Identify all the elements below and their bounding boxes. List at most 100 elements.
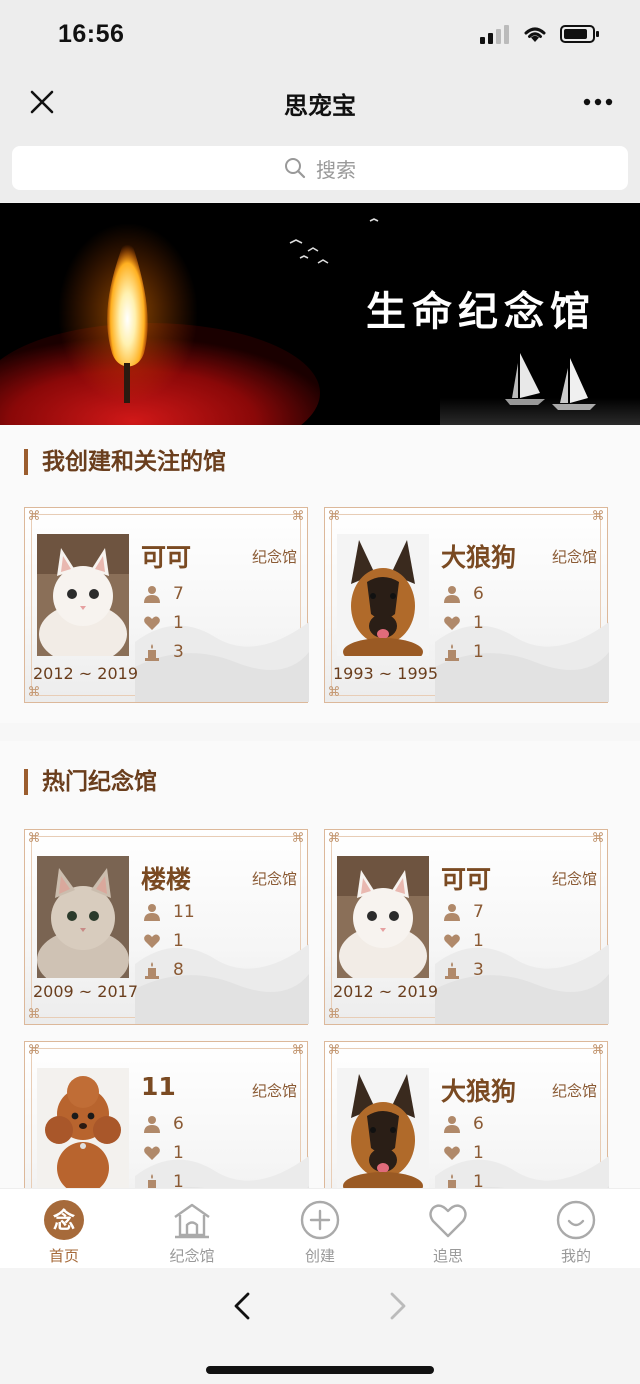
memorial-name: 可可 [141,543,192,572]
like-stat: 1 [143,931,184,951]
corner-ornament: ⌘ [27,509,41,524]
like-stat: 1 [443,613,484,633]
corner-ornament: ⌘ [591,1043,605,1058]
tab-mine[interactable]: 我的 [512,1189,640,1268]
candle-count: 1 [473,642,484,662]
hall-icon [174,1203,210,1239]
memorial-tag: 纪念馆 [551,1082,597,1100]
search-input[interactable]: 搜索 [12,146,628,190]
candle-stat: 1 [443,642,484,662]
battery-icon [560,25,599,43]
person-icon [444,904,460,921]
corner-ornament: ⌘ [27,1007,41,1022]
browser-bottom-bar [0,1268,640,1384]
signal-icon [480,25,509,44]
memorial-name: 大狼狗 [441,1077,517,1106]
candle-count: 1 [173,1172,184,1188]
corner-ornament: ⌘ [327,831,341,846]
corner-ornament: ⌘ [327,1043,341,1058]
like-stat: 1 [443,931,484,951]
forward-arrow-icon[interactable] [382,1288,412,1324]
corner-ornament: ⌘ [591,509,605,524]
home-indicator [206,1366,434,1374]
hot-memorials-section: 热门纪念馆 ⌘ ⌘ ⌘ ⌘ 楼楼 纪念馆 11 1 8 2009 ~ 2017 … [0,741,640,1188]
memorial-tag: 纪念馆 [251,548,297,566]
heart-icon [444,934,460,948]
candle-count: 1 [473,1172,484,1188]
like-stat: 1 [143,613,184,633]
more-icon[interactable] [582,88,614,116]
tab-bar: 念 首页 纪念馆 创建 追思 我的 [0,1188,640,1268]
page-title: 思宠宝 [284,92,356,120]
memorial-card[interactable]: ⌘ ⌘ ⌘ ⌘ 大狼狗 纪念馆 6 1 1 1993 ~ 1995 [324,507,609,703]
corner-ornament: ⌘ [591,831,605,846]
person-icon [144,1116,160,1133]
banner[interactable]: 生命纪念馆 [0,203,640,425]
candle-icon [145,644,159,661]
candle-icon [145,962,159,979]
tab-home[interactable]: 念 首页 [0,1189,128,1268]
memorial-card[interactable]: ⌘ ⌘ ⌘ ⌘ 可可 纪念馆 7 1 3 2012 ~ 2019 [24,507,309,703]
memorial-name: 楼楼 [141,865,192,894]
person-icon [144,586,160,603]
memorial-tag: 纪念馆 [551,870,597,888]
candle-stat: 1 [143,1172,184,1188]
memorial-card[interactable]: ⌘ ⌘ ⌘ ⌘ 楼楼 纪念馆 11 1 8 2009 ~ 2017 [24,829,309,1025]
section-title-my: 我创建和关注的馆 [24,449,226,475]
fluffy-cat-photo [37,856,129,978]
status-time: 16:56 [58,20,125,48]
corner-ornament: ⌘ [327,685,341,700]
candle-icon [445,962,459,979]
corner-ornament: ⌘ [27,685,41,700]
memorial-years: 1993 ~ 1995 [333,664,439,683]
like-stat: 1 [143,1143,184,1163]
content-scroll[interactable]: 我创建和关注的馆 ⌘ ⌘ ⌘ ⌘ 可可 纪念馆 7 1 3 2012 ~ 201… [0,425,640,1188]
memorial-tag: 纪念馆 [251,870,297,888]
like-stat: 1 [443,1143,484,1163]
visitor-count: 7 [473,902,484,922]
tab-remembrance[interactable]: 追思 [384,1189,512,1268]
memorial-card[interactable]: ⌘ ⌘ ⌘ ⌘ 可可 纪念馆 7 1 3 2012 ~ 2019 [324,829,609,1025]
heart-icon [144,616,160,630]
shepherd-dog-photo [337,1068,429,1188]
visitor-stat: 6 [443,1114,484,1134]
person-icon [444,586,460,603]
like-count: 1 [473,613,484,633]
visitor-stat: 11 [143,902,195,922]
visitor-count: 6 [473,1114,484,1134]
plus-circle-icon [300,1200,340,1240]
heart-icon [444,1146,460,1160]
visitor-count: 6 [473,584,484,604]
candle-stat: 1 [443,1172,484,1188]
corner-ornament: ⌘ [327,509,341,524]
wifi-icon [524,27,546,42]
shepherd-dog-photo [337,534,429,656]
heart-icon [444,616,460,630]
visitor-stat: 6 [443,584,484,604]
corner-ornament: ⌘ [27,1043,41,1058]
corner-ornament: ⌘ [291,1043,305,1058]
visitor-stat: 7 [143,584,184,604]
memorial-card[interactable]: ⌘ ⌘ 11 纪念馆 6 1 1 [24,1041,309,1188]
memorial-card[interactable]: ⌘ ⌘ 大狼狗 纪念馆 6 1 1 [324,1041,609,1188]
tab-label: 我的 [560,1247,591,1265]
candle-count: 3 [173,642,184,662]
visitor-count: 7 [173,584,184,604]
tab-memorial-hall[interactable]: 纪念馆 [128,1189,256,1268]
visitor-count: 11 [173,902,195,922]
corner-ornament: ⌘ [27,831,41,846]
visitor-stat: 7 [443,902,484,922]
status-bar: 16:56 [0,0,640,70]
like-count: 1 [473,931,484,951]
nav-bar: 思宠宝 [0,70,640,136]
heart-icon [429,1204,467,1238]
person-icon [144,904,160,921]
memorial-name: 大狼狗 [441,543,517,572]
like-count: 1 [473,1143,484,1163]
nian-icon: 念 [44,1200,84,1240]
heart-icon [144,934,160,948]
nian-glyph: 念 [53,1208,75,1234]
tab-create[interactable]: 创建 [256,1189,384,1268]
back-arrow-icon[interactable] [228,1288,258,1324]
candle-icon [148,1174,156,1188]
